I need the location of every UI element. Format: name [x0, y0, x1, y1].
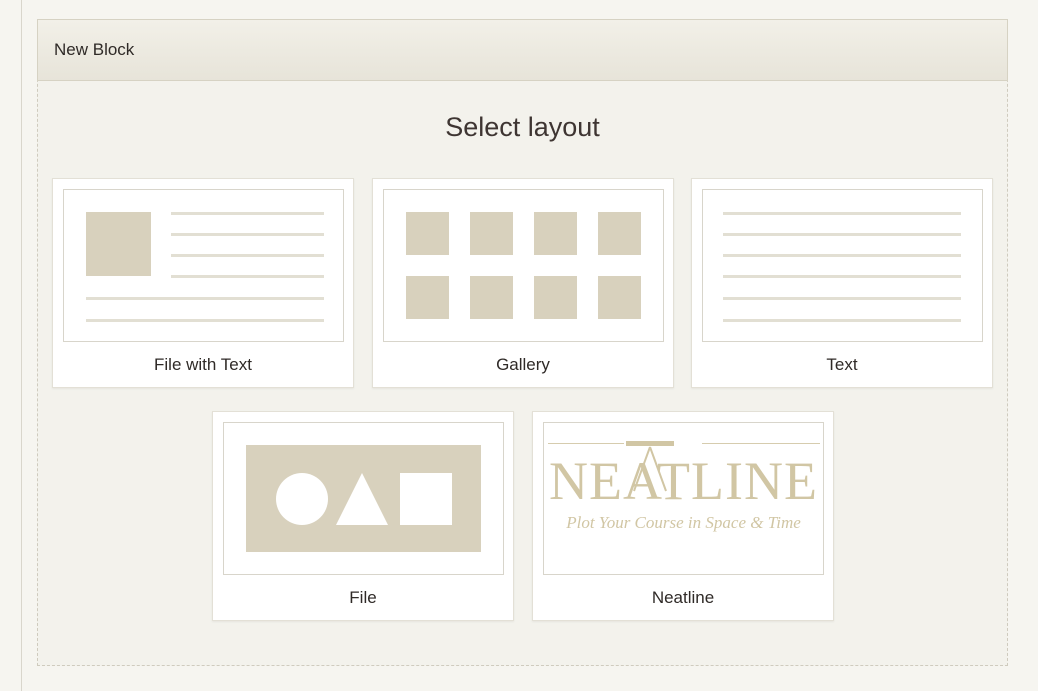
gallery-thumb-icon	[406, 212, 449, 255]
layout-gallery[interactable]: Gallery	[372, 178, 674, 388]
layout-label: Neatline	[651, 588, 715, 607]
layout-label: File	[349, 588, 377, 607]
panel-header: New Block	[37, 19, 1008, 81]
layout-label: Text	[826, 355, 858, 374]
layout-text[interactable]: Text	[691, 178, 993, 388]
select-layout-heading: Select layout	[445, 112, 600, 142]
panel-title: New Block	[54, 40, 135, 59]
neatline-logo-text: NEATLINE	[549, 451, 818, 511]
layout-file[interactable]: File	[212, 411, 514, 621]
layout-file-with-text[interactable]: File with Text	[52, 178, 354, 388]
gallery-thumb-icon	[470, 276, 513, 319]
text-line	[723, 233, 961, 236]
file-with-text-preview	[63, 189, 344, 342]
gallery-thumb-icon	[406, 276, 449, 319]
shapes-icon	[276, 473, 452, 525]
text-line	[171, 212, 324, 215]
gallery-thumb-icon	[534, 212, 577, 255]
text-line	[86, 319, 324, 322]
layout-label: Gallery	[496, 355, 550, 374]
page: New Block Select layout File with Text G…	[0, 0, 1038, 691]
text-line	[171, 275, 324, 278]
gallery-thumb-icon	[534, 276, 577, 319]
left-divider	[21, 0, 22, 691]
gallery-thumb-icon	[470, 212, 513, 255]
neatline-tagline: Plot Your Course in Space & Time	[566, 513, 801, 532]
text-line	[171, 254, 324, 257]
logo-rule	[702, 443, 820, 444]
text-preview	[702, 189, 983, 342]
gallery-preview	[383, 189, 664, 342]
text-line	[723, 319, 961, 322]
neatline-preview: NEATLINE Plot Your Course in Space & Tim…	[543, 422, 824, 575]
gallery-thumb-icon	[598, 212, 641, 255]
text-line	[86, 297, 324, 300]
gallery-thumb-icon	[598, 276, 641, 319]
text-line	[171, 233, 324, 236]
text-line	[723, 297, 961, 300]
file-placeholder-icon	[86, 212, 151, 276]
text-line	[723, 275, 961, 278]
text-line	[723, 212, 961, 215]
layout-neatline[interactable]: NEATLINE Plot Your Course in Space & Tim…	[532, 411, 834, 621]
layout-label: File with Text	[154, 355, 252, 374]
text-line	[723, 254, 961, 257]
logo-rule	[548, 443, 624, 444]
file-preview	[223, 422, 504, 575]
file-placeholder-icon	[246, 445, 481, 552]
